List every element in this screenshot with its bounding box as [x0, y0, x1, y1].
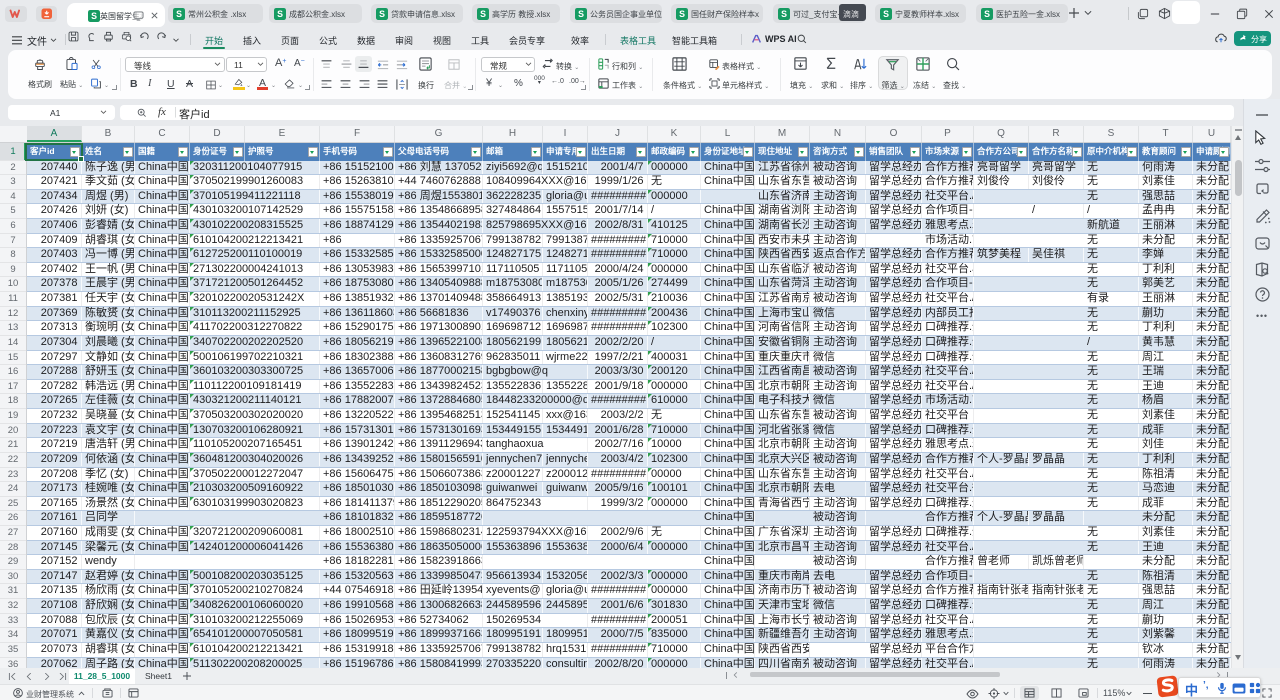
svg-text:S: S	[379, 9, 385, 19]
svg-text:S: S	[176, 9, 182, 19]
svg-text:S: S	[91, 11, 97, 21]
svg-text:S: S	[781, 9, 787, 19]
svg-text:S: S	[578, 9, 584, 19]
svg-text:S: S	[480, 9, 486, 19]
svg-text:S: S	[984, 9, 990, 19]
svg-text:S: S	[277, 9, 283, 19]
svg-text:S: S	[679, 9, 685, 19]
svg-text:S: S	[883, 9, 889, 19]
